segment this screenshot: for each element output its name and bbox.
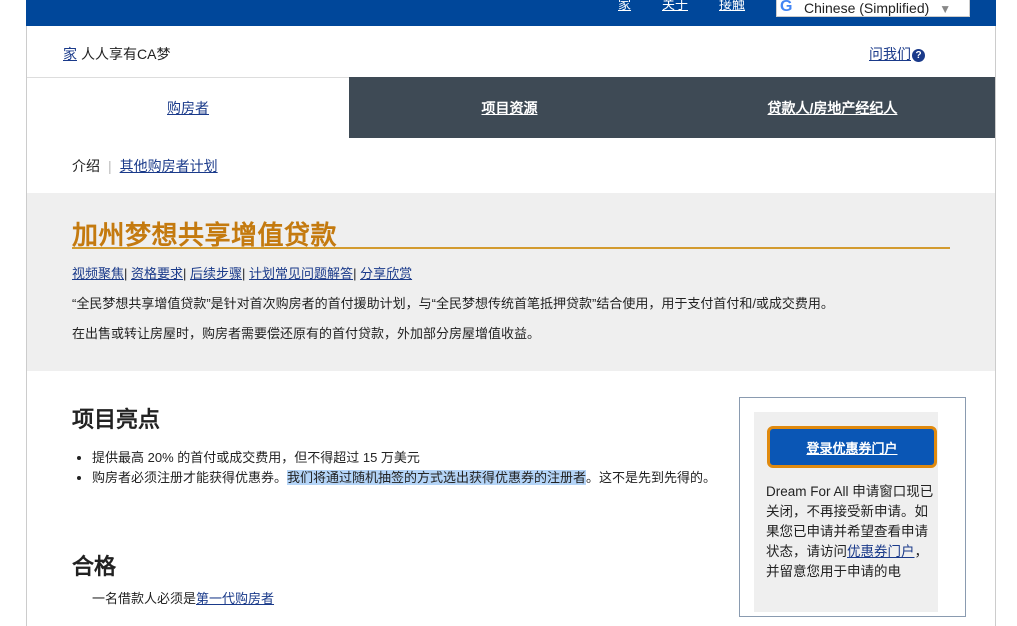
hero-section: 加州梦想共享增值贷款 视频聚焦| 资格要求| 后续步骤| 计划常见问题解答| 分… bbox=[27, 193, 995, 371]
jump-link-next-steps[interactable]: 后续步骤 bbox=[190, 266, 242, 281]
home-link[interactable]: 家 bbox=[618, 0, 631, 13]
voucher-portal-login-button[interactable]: 登录优惠券门户 bbox=[767, 426, 937, 468]
selected-text: 我们将通过随机抽签的方式选出获得优惠券的注册者 bbox=[287, 470, 587, 485]
dropdown-arrow-icon: ▼ bbox=[939, 2, 952, 16]
list-item: 提供最高 20% 的首付或成交费用，但不得超过 15 万美元 bbox=[92, 448, 732, 468]
title-underline bbox=[72, 247, 950, 249]
tab-lenders-agents[interactable]: 贷款人/房地产经纪人 bbox=[670, 77, 995, 138]
voucher-portal-link[interactable]: 优惠券门户 bbox=[847, 544, 915, 559]
intro-paragraph-2: 在出售或转让房屋时，购房者需要偿还原有的首付贷款，外加部分房屋增值收益。 bbox=[72, 326, 541, 341]
tab-homebuyers[interactable]: 购房者 bbox=[27, 77, 349, 138]
tab-lenders-agents-label[interactable]: 贷款人/房地产经纪人 bbox=[768, 98, 898, 118]
main-tabs: 购房者 项目资源 贷款人/房地产经纪人 bbox=[27, 77, 995, 138]
highlights-heading: 项目亮点 bbox=[72, 407, 161, 432]
question-circle-icon: ? bbox=[912, 49, 925, 62]
tab-homebuyers-label[interactable]: 购房者 bbox=[167, 98, 209, 118]
eligibility-heading: 合格 bbox=[72, 554, 117, 579]
sub-navigation: 介绍 | 其他购房者计划 bbox=[72, 156, 218, 176]
sidebar-panel: 登录优惠券门户 Dream For All 申请窗口现已关闭，不再接受新申请。如… bbox=[754, 412, 938, 612]
google-g-icon: G bbox=[780, 0, 793, 15]
highlights-list: 提供最高 20% 的首付或成交费用，但不得超过 15 万美元 购房者必须注册才能… bbox=[92, 448, 732, 488]
intro-paragraph-1: “全民梦想共享增值贷款”是针对首次购房者的首付援助计划，与“全民梦想传统首笔抵押… bbox=[72, 296, 834, 311]
tab-program-resources-label[interactable]: 项目资源 bbox=[482, 98, 538, 118]
contact-link[interactable]: 接触 bbox=[719, 0, 745, 13]
subnav-current: 介绍 bbox=[72, 158, 100, 174]
eligibility-first-item: 一名借款人必须是第一代购房者 bbox=[92, 591, 275, 606]
jump-link-share[interactable]: 分享欣赏 bbox=[360, 266, 412, 281]
jump-link-eligibility[interactable]: 资格要求 bbox=[131, 266, 183, 281]
jump-links: 视频聚焦| 资格要求| 后续步骤| 计划常见问题解答| 分享欣赏 bbox=[72, 266, 413, 281]
jump-link-faq[interactable]: 计划常见问题解答 bbox=[249, 266, 353, 281]
ask-us-link[interactable]: 问我们? bbox=[869, 44, 925, 64]
highlights-section: 项目亮点 提供最高 20% 的首付或成交费用，但不得超过 15 万美元 购房者必… bbox=[72, 402, 732, 488]
breadcrumb-current: 人人享有CA梦 bbox=[81, 46, 171, 62]
subnav-divider: | bbox=[108, 158, 112, 174]
page-container: 家 人人享有CA梦 问我们? 购房者 项目资源 贷款人/房地产经纪人 介绍 | 其他… bbox=[26, 26, 996, 626]
breadcrumb: 家 人人享有CA梦 问我们? bbox=[27, 26, 995, 77]
sidebar-notice: Dream For All 申请窗口现已关闭，不再接受新申请。如果您已申请并希望… bbox=[766, 484, 934, 579]
breadcrumb-home-link[interactable]: 家 bbox=[63, 44, 77, 64]
language-label: Chinese (Simplified) bbox=[804, 0, 930, 16]
list-item: 购房者必须注册才能获得优惠券。我们将通过随机抽签的方式选出获得优惠券的注册者。这… bbox=[92, 468, 732, 488]
subnav-other-programs-link[interactable]: 其他购房者计划 bbox=[120, 158, 218, 174]
tab-program-resources[interactable]: 项目资源 bbox=[349, 77, 670, 138]
language-selector[interactable]: G Chinese (Simplified) ▼ bbox=[776, 0, 970, 17]
about-link[interactable]: 关于 bbox=[662, 0, 688, 13]
ask-us-label: 问我们 bbox=[869, 46, 911, 62]
voucher-sidebar: 登录优惠券门户 Dream For All 申请窗口现已关闭，不再接受新申请。如… bbox=[739, 397, 966, 617]
first-gen-homebuyer-link[interactable]: 第一代购房者 bbox=[196, 591, 274, 606]
jump-link-video[interactable]: 视频聚焦 bbox=[72, 266, 124, 281]
